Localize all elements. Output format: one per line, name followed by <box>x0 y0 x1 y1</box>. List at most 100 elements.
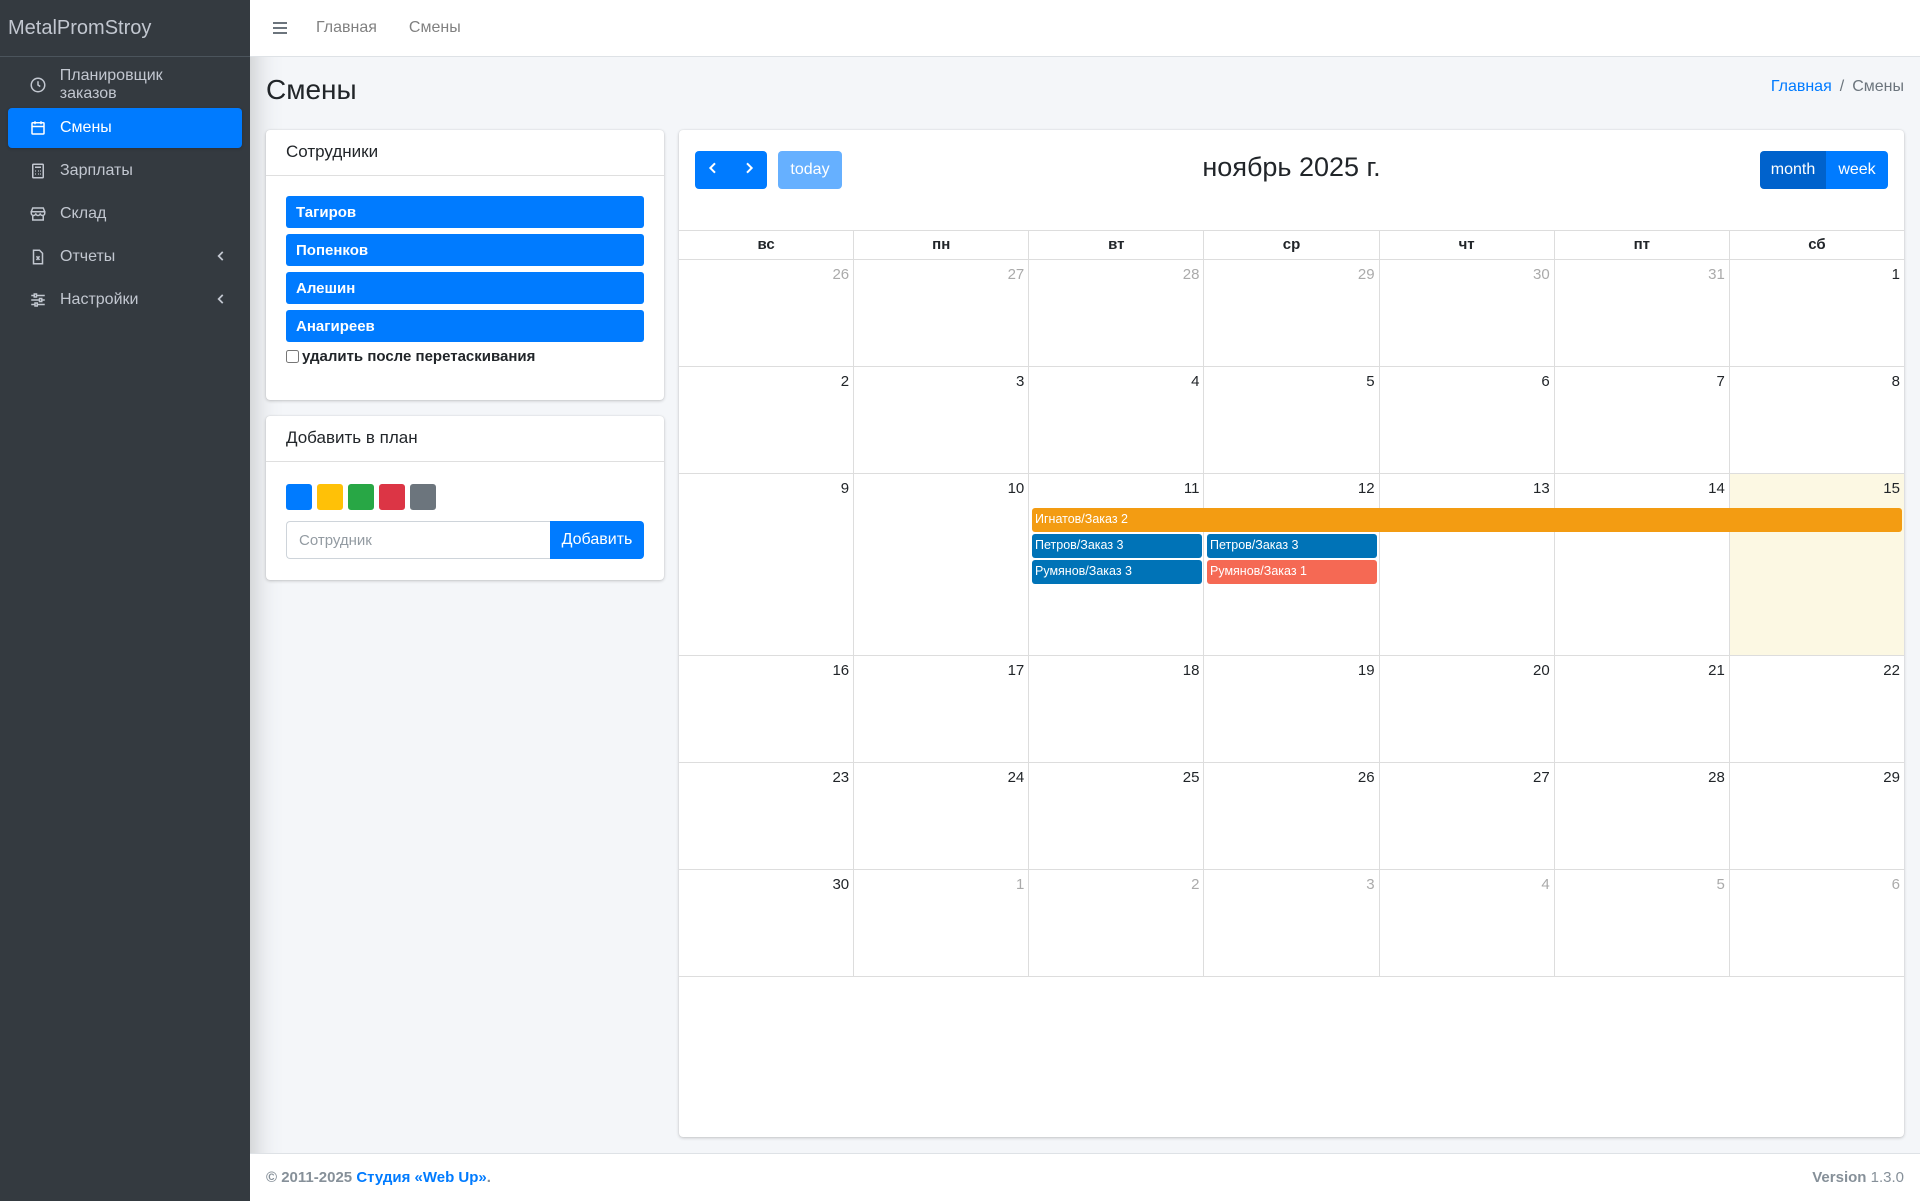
day-number[interactable]: 8 <box>1892 373 1900 390</box>
next-month-button[interactable] <box>731 151 767 189</box>
calendar-day[interactable]: 1 <box>853 870 1028 976</box>
today-button[interactable]: today <box>778 151 842 189</box>
nav-link-shifts[interactable]: Смены <box>409 19 461 37</box>
day-number[interactable]: 6 <box>1541 373 1549 390</box>
sidebar-item-shifts[interactable]: Смены <box>8 108 242 148</box>
day-number[interactable]: 1 <box>1016 876 1024 893</box>
calendar-day[interactable]: 23 <box>679 763 853 869</box>
calendar-day[interactable]: 3 <box>1203 870 1378 976</box>
calendar-day[interactable]: 31 <box>1553 260 1729 366</box>
remove-after-drop-checkbox[interactable] <box>286 350 299 363</box>
calendar-day[interactable]: 29 <box>1203 260 1378 366</box>
calendar-day[interactable]: 25 <box>1028 763 1203 869</box>
calendar-day[interactable]: 13 <box>1378 474 1554 655</box>
calendar-day[interactable]: 2 <box>1028 870 1203 976</box>
day-number[interactable]: 26 <box>1358 769 1375 786</box>
day-number[interactable]: 28 <box>1708 769 1725 786</box>
calendar-day[interactable]: 5 <box>1203 367 1378 473</box>
calendar-day[interactable]: 17 <box>853 656 1028 762</box>
month-view-button[interactable]: month <box>1760 151 1826 189</box>
day-number[interactable]: 6 <box>1892 876 1900 893</box>
day-number[interactable]: 4 <box>1191 373 1199 390</box>
day-number[interactable]: 29 <box>1358 266 1375 283</box>
calendar-event[interactable]: Петров/Заказ 3 <box>1032 534 1202 558</box>
studio-link[interactable]: Студия «Web Up» <box>356 1169 486 1186</box>
calendar-day[interactable]: 2 <box>679 367 853 473</box>
calendar-day[interactable]: 29 <box>1728 763 1904 869</box>
day-number[interactable]: 3 <box>1016 373 1024 390</box>
day-number[interactable]: 20 <box>1533 662 1550 679</box>
employee-draggable[interactable]: Алешин <box>286 272 644 304</box>
brand-link[interactable]: MetalPromStroy <box>0 0 250 57</box>
day-number[interactable]: 27 <box>1533 769 1550 786</box>
sidebar-item-salaries[interactable]: Зарплаты <box>8 151 242 191</box>
employee-draggable[interactable]: Тагиров <box>286 196 644 228</box>
prev-month-button[interactable] <box>695 151 731 189</box>
day-number[interactable]: 27 <box>1008 266 1025 283</box>
day-number[interactable]: 15 <box>1883 480 1900 497</box>
calendar-day[interactable]: 21 <box>1553 656 1729 762</box>
day-number[interactable]: 5 <box>1717 876 1725 893</box>
day-number[interactable]: 23 <box>832 769 849 786</box>
calendar-day[interactable]: 27 <box>853 260 1028 366</box>
calendar-day[interactable]: 1 <box>1728 260 1904 366</box>
day-number[interactable]: 22 <box>1883 662 1900 679</box>
calendar-day[interactable]: 19 <box>1203 656 1378 762</box>
day-number[interactable]: 3 <box>1366 876 1374 893</box>
day-number[interactable]: 2 <box>1191 876 1199 893</box>
breadcrumb-home[interactable]: Главная <box>1771 78 1832 95</box>
day-number[interactable]: 1 <box>1892 266 1900 283</box>
calendar-day[interactable]: 3 <box>853 367 1028 473</box>
calendar-day[interactable]: 26 <box>1203 763 1378 869</box>
sidebar-item-settings[interactable]: Настройки <box>8 280 242 320</box>
sidebar-item-order-planner[interactable]: Планировщик заказов <box>8 65 242 105</box>
day-number[interactable]: 18 <box>1183 662 1200 679</box>
calendar-day[interactable]: 5 <box>1553 870 1729 976</box>
sidebar-item-warehouse[interactable]: Склад <box>8 194 242 234</box>
week-view-button[interactable]: week <box>1826 151 1888 189</box>
calendar-event[interactable]: Игнатов/Заказ 2 <box>1032 508 1902 532</box>
calendar-day[interactable]: 4 <box>1378 870 1554 976</box>
employee-input[interactable] <box>286 521 550 559</box>
day-number[interactable]: 25 <box>1183 769 1200 786</box>
calendar-day[interactable]: 6 <box>1728 870 1904 976</box>
employee-draggable[interactable]: Попенков <box>286 234 644 266</box>
day-number[interactable]: 10 <box>1008 480 1025 497</box>
calendar-day[interactable]: 8 <box>1728 367 1904 473</box>
calendar-event[interactable]: Румянов/Заказ 3 <box>1032 560 1202 584</box>
day-number[interactable]: 21 <box>1708 662 1725 679</box>
calendar-day[interactable]: 18 <box>1028 656 1203 762</box>
calendar-event[interactable]: Румянов/Заказ 1 <box>1207 560 1377 584</box>
day-number[interactable]: 30 <box>1533 266 1550 283</box>
day-number[interactable]: 28 <box>1183 266 1200 283</box>
day-number[interactable]: 30 <box>832 876 849 893</box>
calendar-day[interactable]: 4 <box>1028 367 1203 473</box>
calendar-day[interactable]: 30 <box>679 870 853 976</box>
day-number[interactable]: 4 <box>1541 876 1549 893</box>
calendar-day[interactable]: 9 <box>679 474 853 655</box>
day-number[interactable]: 9 <box>841 480 849 497</box>
day-number[interactable]: 7 <box>1717 373 1725 390</box>
day-number[interactable]: 11 <box>1184 480 1200 497</box>
day-number[interactable]: 14 <box>1708 480 1725 497</box>
calendar-day[interactable]: 22 <box>1728 656 1904 762</box>
day-number[interactable]: 5 <box>1366 373 1374 390</box>
calendar-day[interactable]: 7 <box>1553 367 1729 473</box>
calendar-day[interactable]: 30 <box>1378 260 1554 366</box>
day-number[interactable]: 31 <box>1708 266 1725 283</box>
day-number[interactable]: 17 <box>1008 662 1025 679</box>
calendar-day[interactable]: 16 <box>679 656 853 762</box>
calendar-day[interactable]: 24 <box>853 763 1028 869</box>
menu-toggle-icon[interactable] <box>272 20 290 36</box>
day-number[interactable]: 16 <box>832 662 849 679</box>
calendar-day[interactable]: 27 <box>1378 763 1554 869</box>
color-swatch-red[interactable] <box>379 484 405 510</box>
color-swatch-gray[interactable] <box>410 484 436 510</box>
calendar-day[interactable]: 14 <box>1553 474 1729 655</box>
calendar-day[interactable]: 6 <box>1378 367 1554 473</box>
nav-link-home[interactable]: Главная <box>316 19 377 37</box>
day-number[interactable]: 26 <box>832 266 849 283</box>
day-number[interactable]: 19 <box>1358 662 1375 679</box>
day-number[interactable]: 13 <box>1533 480 1550 497</box>
add-button[interactable]: Добавить <box>550 521 644 559</box>
